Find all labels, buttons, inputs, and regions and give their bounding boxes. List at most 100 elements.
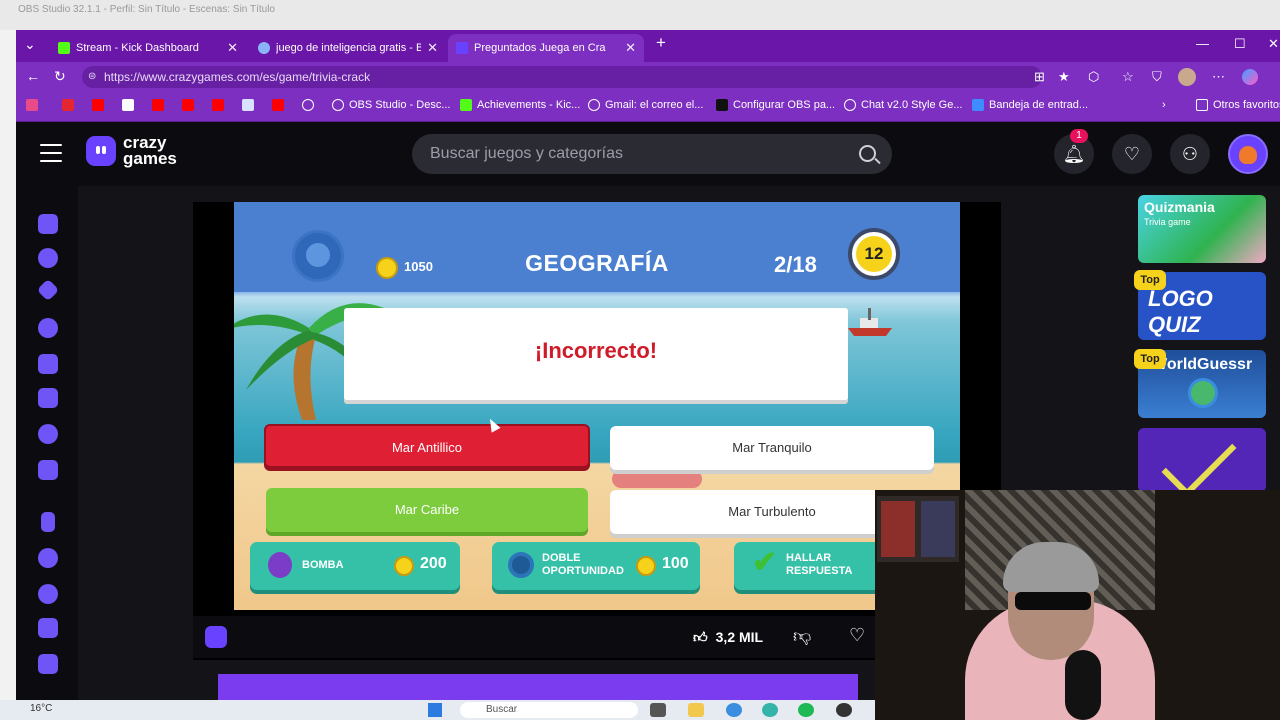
star-icon[interactable]: ★ [1058,69,1070,85]
originals-icon[interactable] [38,388,58,408]
answer-option-3[interactable]: Mar Caribe [266,488,588,532]
tab-bar: ⌄ Stream - Kick Dashboard ✕ juego de int… [16,30,1280,62]
checkmark-icon: ✔ [752,546,778,579]
minimize-icon[interactable]: — [1196,36,1209,51]
ship-decoration [848,308,892,336]
bookmark-configurar-obs[interactable]: Configurar OBS pa... [716,99,835,111]
recent-icon[interactable] [38,248,58,268]
favorite-heart-icon[interactable]: ♡ [849,625,865,646]
close-icon[interactable]: ✕ [625,40,636,56]
answer-option-2[interactable]: Mar Tranquilo [610,426,934,470]
more-menu-icon[interactable]: ⋯ [1212,69,1225,85]
app-icon[interactable] [762,703,778,717]
crazygames-small-logo-icon[interactable] [205,626,227,648]
bookmark-inbox[interactable]: Bandeja de entrad... [972,99,1088,111]
promo-banner[interactable] [218,674,858,700]
answer-option-1[interactable]: Mar Antillico [264,424,590,468]
youtube-icon[interactable] [92,99,104,111]
edge-icon[interactable] [726,703,742,717]
user-avatar[interactable] [1228,134,1268,174]
powerup-double-chance[interactable]: DOBLE OPORTUNIDAD 100 [492,542,700,590]
car-icon[interactable] [38,654,58,674]
obs-icon[interactable] [836,703,852,717]
new-tab-icon[interactable]: + [656,33,666,53]
tab-kick-dashboard[interactable]: Stream - Kick Dashboard ✕ [50,34,246,62]
home-icon[interactable] [38,214,58,234]
powerup-bomb[interactable]: BOMBA 200 [250,542,460,590]
site-logo[interactable]: crazy games [123,134,177,167]
notification-badge: 1 [1070,129,1088,143]
weather-widget[interactable]: 16°C [30,703,52,714]
back-icon[interactable]: ← [26,68,40,84]
windows-start-icon[interactable] [428,703,442,717]
friends-icon[interactable]: ⚇ [1170,134,1210,174]
reload-icon[interactable]: ↻ [54,68,66,85]
tab-preguntados[interactable]: Preguntados Juega en Cra ✕ [448,34,644,62]
youtube-icon[interactable] [182,99,194,111]
close-icon[interactable]: ✕ [427,40,438,56]
like-button[interactable]: 👍︎ 3,2 MIL [693,620,763,654]
favorites-icon[interactable]: ☆ [1122,69,1134,85]
bookmark-icon-2[interactable] [62,99,74,111]
file-explorer-icon[interactable] [688,703,704,717]
favorites-heart-icon[interactable]: ♡ [1112,134,1152,174]
bookmark-obs[interactable]: OBS Studio - Desc... [332,99,450,111]
multiplayer-icon[interactable] [38,424,58,444]
game-thumbnail-quizmania[interactable]: Quizmania Trivia game [1138,195,1266,263]
new-icon[interactable] [36,278,60,302]
sunglasses [1015,592,1091,610]
shield-icon[interactable]: ⛉ [1152,69,1162,85]
powerup-label: RESPUESTA [786,565,853,577]
game-thumbnail-originals[interactable] [1138,428,1266,492]
bookmarks-overflow-icon[interactable]: › [1162,99,1166,111]
trending-icon[interactable] [38,318,58,338]
answer-result: ¡Incorrecto! [534,338,658,363]
crazygames-logo-icon[interactable] [86,136,116,166]
beauty-icon[interactable] [38,618,58,638]
globe-icon[interactable] [302,99,314,111]
spotify-icon[interactable] [798,703,814,717]
tab-list-icon[interactable]: ⌄ [24,36,36,53]
youtube-icon[interactable] [272,99,284,111]
site-info-icon[interactable]: ⊜ [88,66,96,88]
adventure-icon[interactable] [38,548,58,568]
tab-search[interactable]: juego de inteligencia gratis - Búsq ✕ [250,34,446,62]
doc-icon[interactable] [242,99,254,111]
other-bookmarks[interactable]: Otros favoritos [1196,99,1280,111]
address-bar-row: ← ↻ ⊜ https://www.crazygames.com/es/game… [16,62,1280,92]
thumbnail-title: WorldGuessr [1152,356,1253,373]
bookmark-icon-1[interactable] [26,99,38,111]
thumbnail-subtitle: Trivia game [1144,217,1191,227]
url-input[interactable]: ⊜ https://www.crazygames.com/es/game/tri… [82,66,1042,88]
crazygames-tab-icon [456,42,468,54]
copilot-icon[interactable] [1242,69,1258,85]
menu-icon[interactable] [40,144,62,162]
game-canvas[interactable]: 1050 GEOGRAFÍA 2/18 12 ¡Incorrecto! Mar … [234,202,960,610]
close-icon[interactable]: ✕ [227,40,238,56]
thumbnail-title: Quizmania [1144,199,1215,215]
bookmark-chat-style[interactable]: Chat v2.0 Style Ge... [844,99,963,111]
bookmark-achievements[interactable]: Achievements - Kic... [460,99,580,111]
puzzle-icon[interactable] [38,460,58,480]
apps-icon[interactable]: ⊞ [1034,69,1045,85]
youtube-icon[interactable] [152,99,164,111]
basketball-icon[interactable] [38,584,58,604]
thumbs-down-icon[interactable]: 👎︎ [793,625,811,647]
profile-avatar[interactable] [1178,68,1196,86]
site-header: crazy games Buscar juegos y categorías 🔔… [16,122,1280,186]
bookmark-gmail[interactable]: Gmail: el correo el... [588,99,703,111]
updated-icon[interactable] [38,354,58,374]
coin-icon [636,556,656,576]
site-search-input[interactable]: Buscar juegos y categorías [412,134,892,174]
youtube-icon[interactable] [212,99,224,111]
google-icon[interactable] [122,99,134,111]
timer-icon: 12 [848,228,900,280]
action-icon[interactable] [41,512,55,532]
maximize-icon[interactable]: ☐ [1234,36,1246,52]
chevron-graphic [1161,428,1237,492]
extensions-icon[interactable]: ⬡ [1088,69,1099,85]
taskbar-search[interactable]: Buscar [460,702,638,718]
task-view-icon[interactable] [650,703,666,717]
search-icon[interactable] [859,145,876,162]
close-window-icon[interactable]: ✕ [1268,36,1279,52]
